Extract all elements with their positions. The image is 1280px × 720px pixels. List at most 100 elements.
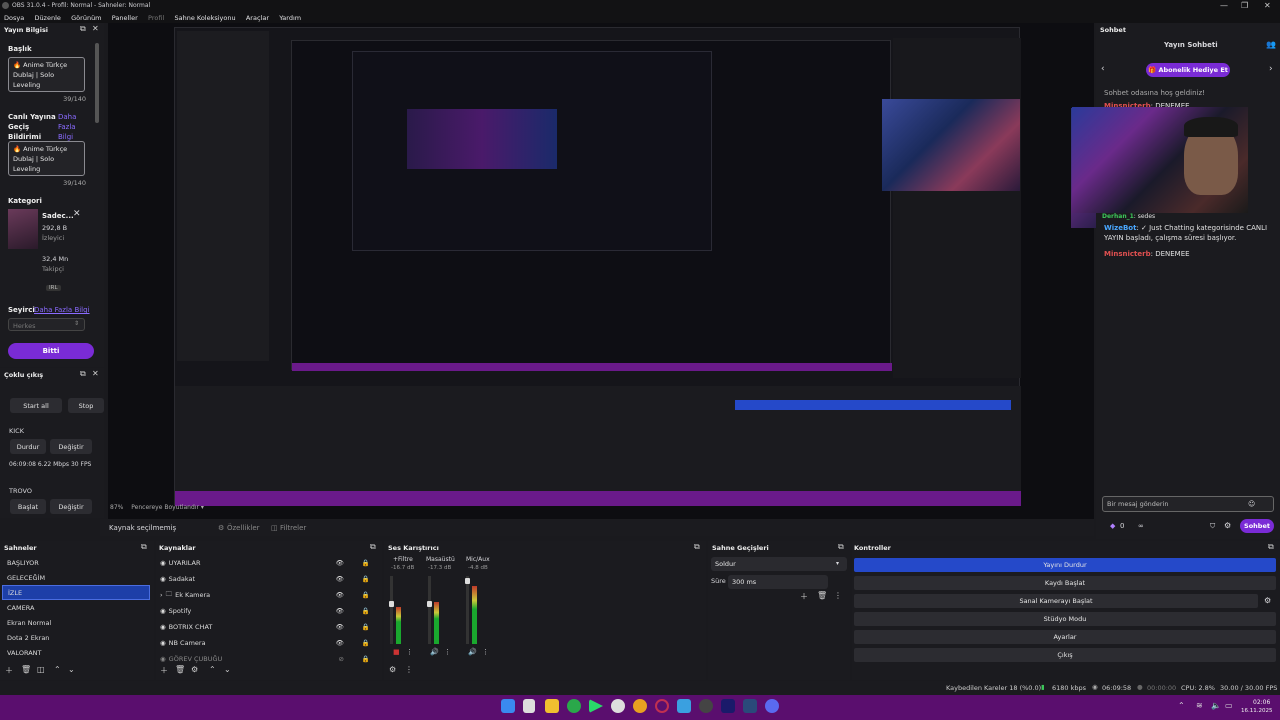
- add-icon[interactable]: ＋: [800, 591, 808, 602]
- more-icon[interactable]: ⋮: [405, 665, 413, 674]
- chevron-down-icon[interactable]: ▾: [201, 504, 204, 511]
- chat-username[interactable]: WizeBot: [1104, 224, 1136, 232]
- source-item[interactable]: ◉ Sadakat 👁 🔒: [160, 571, 378, 587]
- scene-item[interactable]: Dota 2 Ekran: [2, 630, 150, 645]
- lock-icon[interactable]: 🔒: [362, 655, 370, 663]
- filter-icon[interactable]: ◫: [271, 524, 278, 532]
- float-icon[interactable]: ⧉: [370, 542, 376, 552]
- trash-icon[interactable]: 🗑: [21, 665, 31, 674]
- windows-start-icon[interactable]: [501, 699, 515, 713]
- scene-item[interactable]: GELECEĞİM: [2, 570, 150, 585]
- menu-araclar[interactable]: Araçlar: [246, 14, 269, 22]
- lock-icon[interactable]: 🔒: [362, 623, 370, 631]
- gear-icon[interactable]: ⚙: [191, 665, 198, 674]
- float-icon[interactable]: ⧉: [694, 542, 700, 552]
- expand-icon[interactable]: ›: [160, 591, 163, 599]
- eye-icon[interactable]: 👁: [336, 575, 344, 583]
- menu-sahne-koleksiyonu[interactable]: Sahne Koleksiyonu: [174, 14, 235, 22]
- start-all-button[interactable]: Start all: [10, 398, 62, 413]
- more-icon[interactable]: ⋮: [834, 591, 842, 600]
- eye-icon[interactable]: 👁: [336, 607, 344, 615]
- emote-icon[interactable]: ☺: [1248, 500, 1255, 508]
- lock-icon[interactable]: 🔒: [362, 591, 370, 599]
- chrome-icon[interactable]: [633, 699, 647, 713]
- settings-button[interactable]: Ayarlar: [854, 630, 1276, 644]
- volume-slider-handle[interactable]: [389, 601, 394, 607]
- minimize-button[interactable]: —: [1220, 1, 1228, 10]
- eye-icon[interactable]: 👁: [336, 559, 344, 567]
- kick-stop-button[interactable]: Durdur: [10, 439, 46, 454]
- clock-date[interactable]: 16.11.2025: [1241, 708, 1273, 714]
- scene-item[interactable]: VALORANT: [2, 645, 150, 660]
- menu-yardim[interactable]: Yardım: [279, 14, 301, 22]
- eye-icon[interactable]: 👁: [336, 623, 344, 631]
- float-icon[interactable]: ⧉: [141, 542, 147, 552]
- steam-icon[interactable]: [743, 699, 757, 713]
- chevron-left-icon[interactable]: ‹: [1101, 64, 1105, 74]
- close-dock-icon[interactable]: ✕: [92, 369, 99, 378]
- volume-slider-handle[interactable]: [465, 578, 470, 584]
- title-input[interactable]: 🔥 Anime Türkçe Dublaj | Solo Leveling: [8, 57, 85, 92]
- xbox-icon[interactable]: [567, 699, 581, 713]
- add-icon[interactable]: ＋: [160, 665, 168, 676]
- move-down-icon[interactable]: ⌄: [224, 665, 231, 674]
- filter-icon[interactable]: ◫: [37, 665, 45, 674]
- start-virtual-camera-button[interactable]: Sanal Kamerayı Başlat: [854, 594, 1258, 608]
- trovo-start-button[interactable]: Başlat: [10, 499, 46, 514]
- add-icon[interactable]: ＋: [5, 665, 13, 676]
- speaker-icon[interactable]: 🔊: [430, 648, 439, 656]
- menu-paneller[interactable]: Paneller: [112, 14, 138, 22]
- stop-stream-button[interactable]: Yayını Durdur: [854, 558, 1276, 572]
- source-item[interactable]: ◉ NB Camera 👁 🔒: [160, 635, 378, 651]
- audience-more-link[interactable]: Daha Fazla Bilgi: [34, 306, 90, 314]
- menu-duzenle[interactable]: Düzenle: [34, 14, 60, 22]
- properties-button[interactable]: Özellikler: [227, 524, 260, 532]
- source-item[interactable]: ◉ BOTRIX CHAT 👁 🔒: [160, 619, 378, 635]
- source-group[interactable]: › 🗀 Ek Kamera 👁 🔒: [160, 587, 378, 603]
- scene-item-selected[interactable]: İZLE: [2, 585, 150, 600]
- stop-button[interactable]: Stop: [68, 398, 104, 413]
- mute-icon[interactable]: ■: [393, 648, 400, 656]
- opera-icon[interactable]: [655, 699, 669, 713]
- speaker-icon[interactable]: 🔊: [468, 648, 477, 656]
- start-recording-button[interactable]: Kaydı Başlat: [854, 576, 1276, 590]
- float-icon[interactable]: ⧉: [838, 542, 844, 552]
- speaker-icon[interactable]: 🔈: [1211, 701, 1221, 710]
- more-icon[interactable]: ⋮: [444, 648, 451, 656]
- chat-send-button[interactable]: Sohbet: [1240, 519, 1274, 533]
- lock-icon[interactable]: 🔒: [362, 575, 370, 583]
- lock-icon[interactable]: 🔒: [362, 559, 370, 567]
- preview-canvas[interactable]: [108, 23, 1221, 520]
- lock-icon[interactable]: 🔒: [362, 639, 370, 647]
- discord-icon[interactable]: [765, 699, 779, 713]
- premiere-icon[interactable]: [721, 699, 735, 713]
- user-settings-icon[interactable]: 👥: [1266, 40, 1276, 49]
- task-view-icon[interactable]: [523, 699, 535, 713]
- menu-gorunum[interactable]: Görünüm: [71, 14, 101, 22]
- scene-item[interactable]: BAŞLIYOR: [2, 555, 150, 570]
- trovo-change-button[interactable]: Değiştir: [50, 499, 92, 514]
- gear-icon[interactable]: ⚙: [1264, 596, 1271, 605]
- wifi-icon[interactable]: ≋: [1196, 701, 1203, 710]
- eye-icon[interactable]: 👁: [336, 591, 344, 599]
- obs-icon[interactable]: [699, 699, 713, 713]
- chevron-right-icon[interactable]: ›: [1269, 64, 1273, 74]
- settings-gear-icon[interactable]: [611, 699, 625, 713]
- eye-hidden-icon[interactable]: ⊘: [338, 655, 343, 663]
- trash-icon[interactable]: 🗑: [175, 665, 185, 674]
- notif-input[interactable]: 🔥 Anime Türkçe Dublaj | Solo Leveling: [8, 141, 85, 176]
- gear-icon[interactable]: ⚙: [218, 524, 224, 532]
- scene-item[interactable]: Ekran Normal: [2, 615, 150, 630]
- source-item[interactable]: ◉ Spotify 👁 🔒: [160, 603, 378, 619]
- chat-username[interactable]: Minsnicterb: [1104, 250, 1151, 258]
- float-icon[interactable]: ⧉: [1268, 542, 1274, 552]
- chat-username[interactable]: Derhan_1: [1102, 213, 1134, 220]
- file-explorer-icon[interactable]: [545, 699, 559, 713]
- scrollbar[interactable]: [95, 43, 99, 123]
- filters-button[interactable]: Filtreler: [280, 524, 306, 532]
- float-icon[interactable]: ⧉: [80, 369, 86, 379]
- notif-more-link[interactable]: Daha Fazla Bilgi: [58, 112, 86, 142]
- menu-dosya[interactable]: Dosya: [4, 14, 24, 22]
- tray-chevron-icon[interactable]: ⌃: [1178, 701, 1185, 710]
- fit-to-window[interactable]: Pencereye Boyutlandır: [131, 504, 199, 511]
